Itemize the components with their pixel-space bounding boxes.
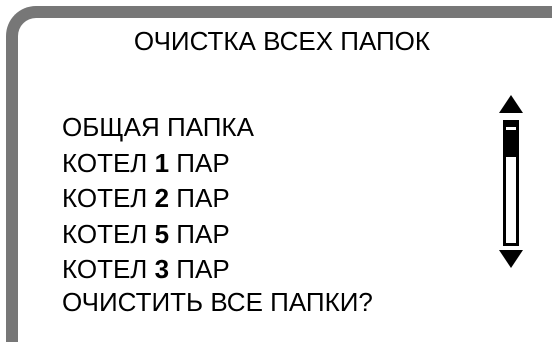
- scrollbar-track[interactable]: [503, 120, 519, 246]
- list-item-boiler-1[interactable]: КОТЕЛ 1 ПАР: [62, 146, 254, 182]
- list-item-common-folder[interactable]: ОБЩАЯ ПАПКА: [62, 110, 254, 146]
- item-number: 5: [154, 218, 170, 249]
- item-number: 1: [154, 147, 170, 178]
- item-prefix: КОТЕЛ: [62, 254, 155, 284]
- item-number: 2: [154, 183, 170, 213]
- list-item-boiler-5[interactable]: КОТЕЛ 5 ПАР: [62, 217, 254, 253]
- item-prefix: КОТЕЛ: [62, 218, 155, 249]
- scrollbar-thumb[interactable]: [506, 123, 516, 157]
- item-number: 3: [154, 254, 170, 284]
- clear-all-prompt[interactable]: ОЧИСТИТЬ ВСЕ ПАПКИ?: [62, 287, 373, 317]
- list-item-boiler-2[interactable]: КОТЕЛ 2 ПАР: [62, 181, 254, 217]
- screen-title: ОЧИСТКА ВСЕХ ПАПОК: [133, 26, 431, 56]
- folder-list: ОБЩАЯ ПАПКА КОТЕЛ 1 ПАР КОТЕЛ 2 ПАР КОТЕ…: [62, 110, 254, 288]
- item-suffix: ПАР: [169, 254, 230, 284]
- item-prefix: ОБЩАЯ ПАПКА: [62, 112, 254, 142]
- item-suffix: ПАР: [169, 147, 230, 178]
- list-item-boiler-3[interactable]: КОТЕЛ 3 ПАР: [62, 252, 254, 288]
- item-suffix: ПАР: [169, 218, 230, 249]
- item-prefix: КОТЕЛ: [62, 147, 155, 178]
- scrollbar-thumb-mark: [506, 127, 516, 130]
- item-suffix: ПАР: [169, 183, 230, 213]
- item-prefix: КОТЕЛ: [62, 183, 155, 213]
- triangle-up-icon[interactable]: [499, 95, 523, 113]
- triangle-down-icon[interactable]: [499, 250, 523, 268]
